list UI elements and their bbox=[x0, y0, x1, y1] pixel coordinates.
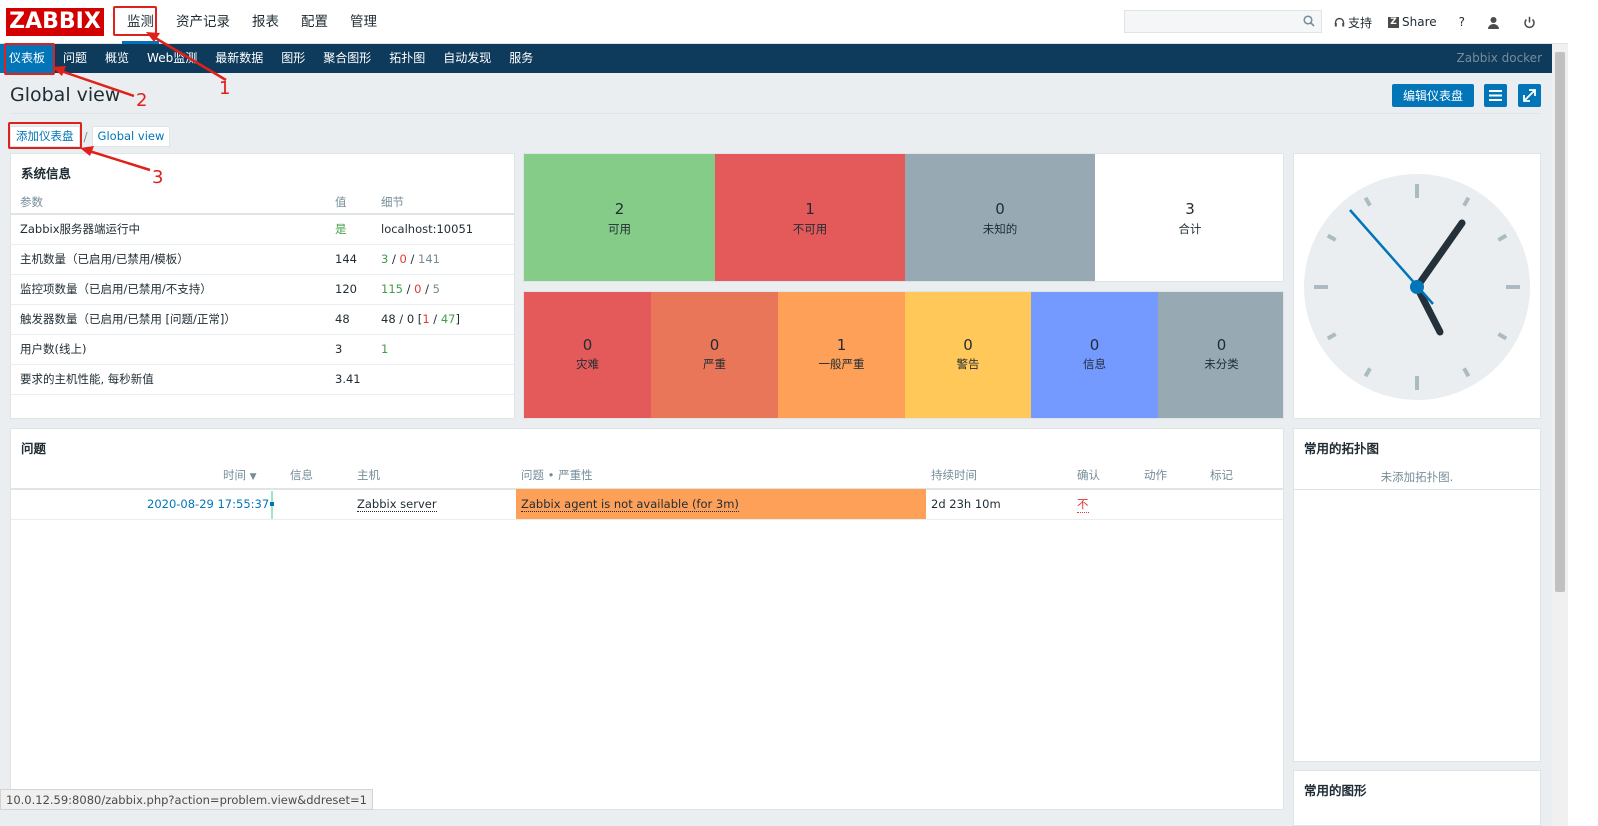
column-header-detail: 细节 bbox=[372, 190, 514, 215]
problem-cell[interactable]: Zabbix agent is not available (for 3m) bbox=[516, 489, 926, 519]
severity-average[interactable]: 1 一般严重 bbox=[778, 292, 905, 418]
problem-time-link[interactable]: 2020-08-29 17:55:37 bbox=[147, 497, 269, 511]
subnav-discovery[interactable]: 自动发现 bbox=[434, 44, 500, 73]
table-row: 主机数量（已启用/已禁用/模板） 144 3 / 0 / 141 bbox=[11, 244, 514, 275]
annotation-label-1: 1 bbox=[219, 78, 231, 99]
severity-disaster[interactable]: 0 灾难 bbox=[524, 292, 651, 418]
search-input[interactable] bbox=[1124, 10, 1322, 33]
ha-unknown[interactable]: 0 未知的 bbox=[905, 154, 1095, 281]
menu-configuration[interactable]: 配置 bbox=[290, 0, 339, 44]
problem-link[interactable]: Zabbix agent is not available (for 3m) bbox=[521, 497, 739, 512]
problems-widget: 问题 时间 ▼ 信息 主机 问题 • 严重性 持续时间 确认 动作 标记 202… bbox=[10, 428, 1284, 810]
profile-link[interactable] bbox=[1487, 16, 1503, 29]
annotation-arrows bbox=[52, 32, 227, 172]
row-divider bbox=[11, 519, 1283, 520]
widget-title: 常用的拓扑图 bbox=[1304, 441, 1380, 456]
support-link[interactable]: 支持 bbox=[1334, 14, 1372, 31]
actions-menu-button[interactable] bbox=[1484, 84, 1507, 107]
search-icon[interactable] bbox=[1303, 15, 1315, 27]
scrollbar[interactable] bbox=[1552, 44, 1568, 826]
user-icon bbox=[1488, 16, 1500, 29]
share-icon: Z bbox=[1388, 16, 1400, 28]
server-name: Zabbix docker bbox=[1456, 51, 1542, 65]
ha-available[interactable]: 2 可用 bbox=[524, 154, 715, 281]
subnav-screens[interactable]: 聚合图形 bbox=[314, 44, 380, 73]
sort-arrow-icon: ▼ bbox=[249, 472, 257, 482]
subnav-maps[interactable]: 拓扑图 bbox=[380, 44, 434, 73]
timeline-point-icon bbox=[270, 502, 274, 506]
host-link[interactable]: Zabbix server bbox=[357, 497, 437, 512]
table-row: 要求的主机性能, 每秒新值 3.41 bbox=[11, 364, 514, 395]
table-row: Zabbix服务器端运行中 是 localhost:10051 bbox=[11, 214, 514, 245]
severity-high[interactable]: 0 严重 bbox=[651, 292, 778, 418]
menu-administration[interactable]: 管理 bbox=[339, 0, 388, 44]
widget-title: 常用的图形 bbox=[1304, 783, 1367, 798]
ha-unavailable[interactable]: 1 不可用 bbox=[715, 154, 905, 281]
fullscreen-icon bbox=[1523, 89, 1536, 102]
table-row: 监控项数量（已启用/已禁用/不支持） 120 115 / 0 / 5 bbox=[11, 274, 514, 305]
clock-icon bbox=[1304, 174, 1530, 400]
row-divider bbox=[1294, 489, 1540, 490]
system-info-table: 参数 值 细节 Zabbix服务器端运行中 是 localhost:10051 … bbox=[11, 190, 514, 395]
severity-warning[interactable]: 0 警告 bbox=[905, 292, 1031, 418]
host-availability-widget: 2 可用 1 不可用 0 未知的 3 合计 bbox=[523, 153, 1284, 282]
top-links: 支持 Z Share ? bbox=[1334, 0, 1555, 44]
edit-dashboard-button[interactable]: 编辑仪表盘 bbox=[1392, 84, 1474, 107]
browser-status-bar: 10.0.12.59:8080/zabbix.php?action=proble… bbox=[0, 789, 373, 810]
empty-message: 未添加拓扑图. bbox=[1380, 470, 1454, 484]
power-icon bbox=[1524, 16, 1535, 28]
problems-by-severity-widget: 0 灾难 0 严重 1 一般严重 0 警告 0 信息 0 未分类 bbox=[523, 291, 1284, 419]
table-row: 触发器数量（已启用/已禁用 [问题/正常]） 48 48 / 0 [1 / 47… bbox=[11, 304, 514, 335]
share-link[interactable]: Z Share bbox=[1388, 15, 1437, 29]
subnav-services[interactable]: 服务 bbox=[500, 44, 542, 73]
scrollbar-thumb[interactable] bbox=[1555, 52, 1565, 592]
annotation-label-3: 3 bbox=[152, 167, 164, 188]
clock-widget bbox=[1293, 153, 1541, 419]
ha-total[interactable]: 3 合计 bbox=[1095, 154, 1283, 281]
annotation-label-2: 2 bbox=[136, 90, 148, 111]
table-row: 用户数(线上) 3 1 bbox=[11, 334, 514, 365]
signout-link[interactable] bbox=[1523, 16, 1539, 29]
right-gutter bbox=[1568, 0, 1598, 826]
severity-information[interactable]: 0 信息 bbox=[1031, 292, 1158, 418]
column-header-value: 值 bbox=[326, 190, 372, 215]
problem-duration: 2d 23h 10m bbox=[931, 497, 1001, 511]
ack-link[interactable]: 不 bbox=[1077, 496, 1089, 513]
headset-icon bbox=[1334, 17, 1345, 26]
favorite-maps-widget: 常用的拓扑图 未添加拓扑图. bbox=[1293, 428, 1541, 762]
help-link[interactable]: ? bbox=[1459, 15, 1465, 29]
menu-icon bbox=[1489, 90, 1502, 101]
subnav-graphs[interactable]: 图形 bbox=[272, 44, 314, 73]
favorite-graphs-widget: 常用的图形 bbox=[1293, 770, 1541, 826]
severity-not-classified[interactable]: 0 未分类 bbox=[1158, 292, 1283, 418]
fullscreen-button[interactable] bbox=[1518, 84, 1541, 107]
widget-title: 问题 bbox=[21, 441, 47, 456]
